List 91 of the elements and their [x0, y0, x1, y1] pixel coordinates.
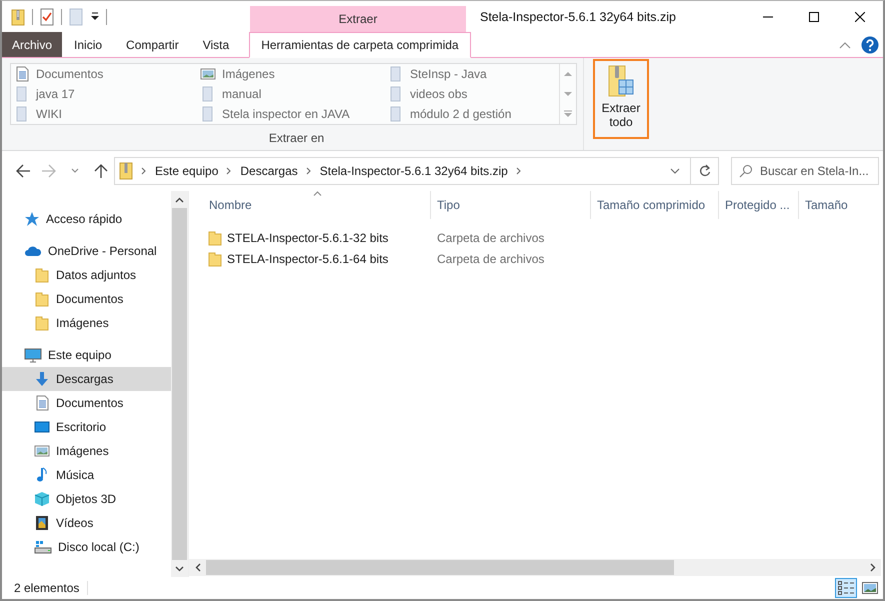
zip-folder-icon[interactable] [10, 8, 26, 26]
help-icon[interactable] [861, 36, 879, 54]
gallery-item[interactable]: Stela inspector en JAVA [222, 107, 350, 121]
gallery-item[interactable]: Documentos [36, 67, 104, 81]
picture-icon [200, 66, 216, 82]
chevron-down-icon [670, 168, 680, 174]
window-title: Stela-Inspector-5.6.1 32y64 bits.zip [479, 8, 677, 26]
nav-item[interactable]: Vídeos [2, 511, 171, 535]
film-icon [34, 515, 50, 531]
details-view-button[interactable] [835, 578, 857, 598]
picture-icon [34, 443, 50, 459]
document-icon [14, 66, 30, 82]
search-icon [739, 164, 753, 178]
address-bar[interactable]: Este equipo Descargas Stela-Inspector-5.6.1 32y64 bits.zip [114, 157, 691, 185]
table-cell-text: Carpeta de archivos [436, 252, 546, 266]
chevron-right-icon [516, 167, 522, 175]
chevron-right-icon [870, 563, 876, 572]
file-menu-tab[interactable]: Archivo [2, 32, 62, 57]
nav-item[interactable]: Música [2, 463, 171, 487]
nav-item[interactable]: Documentos [2, 287, 171, 311]
desktop-icon [34, 419, 50, 435]
up-icon [94, 164, 108, 178]
nav-item[interactable]: Disco local (C:) [2, 535, 171, 559]
column-header[interactable]: Tipo [431, 191, 591, 219]
drive-icon [34, 539, 52, 555]
ribbon-tab[interactable]: Vista [190, 32, 242, 58]
maximize-icon [809, 12, 819, 22]
refresh-button[interactable] [691, 157, 719, 185]
back-icon [16, 164, 30, 178]
checklist-icon[interactable] [39, 8, 55, 26]
monitor-icon [24, 347, 42, 363]
gallery-item[interactable]: WIKI [36, 107, 62, 121]
nav-item[interactable]: Este equipo [2, 343, 171, 367]
sort-caret-icon [312, 191, 322, 196]
nav-item[interactable]: Imágenes [2, 439, 171, 463]
gallery-item[interactable]: java 17 [36, 87, 75, 101]
gallery-item[interactable]: SteInsp - Java [410, 67, 487, 81]
down-arrow-icon [34, 371, 50, 387]
breadcrumb[interactable]: Descargas [240, 164, 298, 178]
ribbon-tab[interactable]: Inicio [62, 32, 114, 58]
column-header[interactable]: Tamaño [799, 191, 879, 219]
chevron-right-icon [306, 167, 312, 175]
up-triangle-icon [564, 71, 572, 77]
breadcrumb[interactable]: Este equipo [155, 164, 218, 178]
chevron-left-icon [194, 563, 200, 572]
chevron-right-icon [141, 167, 147, 175]
close-icon [855, 12, 865, 22]
file-name[interactable]: STELA-Inspector-5.6.1-64 bits [227, 252, 388, 266]
list-icon [837, 579, 855, 597]
extract-all-button[interactable]: Extraer todo [593, 59, 649, 139]
document-icon [34, 395, 50, 411]
ribbon-tab[interactable]: Compartir [114, 32, 191, 58]
nav-item[interactable]: Objetos 3D [2, 487, 171, 511]
dropdown-caret-icon[interactable] [90, 12, 100, 22]
forward-icon [42, 164, 56, 178]
context-tab-group: Extraer [250, 6, 466, 32]
chevron-up-icon [175, 196, 184, 202]
nav-item[interactable]: Documentos [2, 391, 171, 415]
star-icon [24, 211, 40, 227]
gallery-item[interactable]: Imágenes [222, 67, 275, 81]
down-triangle-icon [564, 91, 572, 97]
cube-icon [34, 491, 50, 507]
search-field[interactable]: Buscar en Stela-In... [731, 157, 879, 185]
nav-item[interactable]: Datos adjuntos [2, 263, 171, 287]
group-label: Extraer en [268, 130, 326, 146]
refresh-icon [698, 164, 710, 178]
ribbon-tab[interactable]: Herramientas de carpeta comprimida [249, 32, 471, 58]
nav-item[interactable]: Descargas [2, 367, 171, 391]
collapse-ribbon-icon[interactable] [839, 40, 851, 48]
expand-icon [564, 110, 572, 118]
scrollbar-thumb[interactable] [172, 208, 187, 560]
column-header[interactable]: Protegido ... [719, 191, 799, 219]
picture-icon [861, 579, 879, 597]
item-count: 2 elementos [14, 581, 88, 595]
gallery-item[interactable]: módulo 2 d gestión [410, 107, 512, 121]
chevron-down-icon [175, 566, 184, 572]
chevron-right-icon [226, 167, 232, 175]
gallery-item[interactable]: videos obs [410, 87, 468, 101]
zip-folder-icon [608, 65, 634, 99]
file-name[interactable]: STELA-Inspector-5.6.1-32 bits [227, 230, 388, 244]
zip-folder-icon [119, 162, 133, 180]
breadcrumb[interactable]: Stela-Inspector-5.6.1 32y64 bits.zip [320, 164, 508, 178]
scrollbar-thumb[interactable] [206, 560, 674, 575]
column-header[interactable]: Nombre [207, 191, 431, 219]
nav-item[interactable]: Escritorio [2, 415, 171, 439]
column-header[interactable]: Tamaño comprimido [591, 191, 719, 219]
gallery-item[interactable]: manual [222, 87, 262, 101]
nav-item[interactable]: Imágenes [2, 311, 171, 335]
nav-item[interactable]: Acceso rápido [2, 207, 171, 231]
table-cell-text: Carpeta de archivos [436, 230, 546, 244]
nav-item[interactable]: OneDrive - Personal [2, 239, 171, 263]
